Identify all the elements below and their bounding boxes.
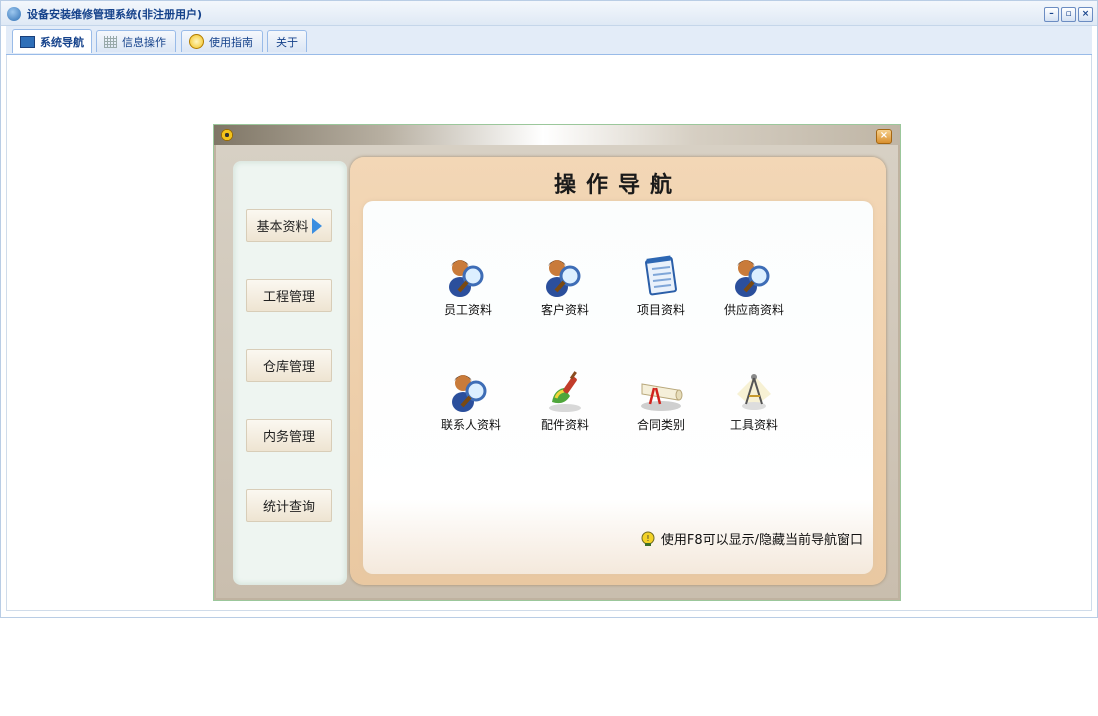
nav-statistics-query-button[interactable]: 统计查询 [246, 489, 332, 522]
nav-warehouse-management-button[interactable]: 仓库管理 [246, 349, 332, 382]
dialog-title-bar: × [214, 125, 900, 145]
app-badge-icon [221, 129, 233, 141]
person-search-icon [452, 375, 487, 412]
compass-tool-icon [737, 374, 771, 410]
person-search-icon [546, 260, 581, 297]
help-icon [189, 34, 204, 49]
person-search-icon [735, 260, 770, 297]
item-tool-data[interactable]: 工具资料 [709, 368, 799, 438]
nav-project-management-button[interactable]: 工程管理 [246, 279, 332, 312]
arrow-right-icon [311, 217, 322, 234]
app-icon [7, 7, 21, 21]
tab-info-operation[interactable]: 信息操作 [96, 30, 176, 52]
item-contract-type[interactable]: 合同类别 [616, 368, 706, 438]
navigation-dialog: × 基本资料 工程管理 仓库管理 内务管理 统计查询 操作导航 员工资料 客户资… [213, 124, 901, 601]
restore-button[interactable]: ▫ [1061, 7, 1076, 22]
svg-text:!: ! [646, 534, 649, 543]
item-project-data[interactable]: 项目资料 [616, 253, 706, 323]
tab-about[interactable]: 关于 [267, 30, 307, 52]
shortcut-tip: ! 使用F8可以显示/隐藏当前导航窗口 [640, 529, 863, 548]
nav-internal-affairs-button[interactable]: 内务管理 [246, 419, 332, 452]
diploma-scroll-icon [641, 383, 683, 411]
paint-brush-icon [549, 371, 581, 412]
item-employee-data[interactable]: 员工资料 [423, 253, 513, 323]
title-bar: 设备安装维修管理系统(非注册用户) – ▫ × [1, 1, 1097, 26]
tab-system-navigation[interactable]: 系统导航 [12, 29, 92, 53]
person-search-icon [449, 260, 484, 297]
nav-sidebar: 基本资料 工程管理 仓库管理 内务管理 统计查询 [233, 161, 347, 585]
panel-title: 操作导航 [553, 172, 682, 198]
close-button[interactable]: × [1078, 7, 1093, 22]
item-customer-data[interactable]: 客户资料 [520, 253, 610, 323]
item-contact-data[interactable]: 联系人资料 [426, 368, 516, 438]
minimize-button[interactable]: – [1044, 7, 1059, 22]
nav-basic-data-button[interactable]: 基本资料 [246, 209, 332, 242]
operation-panel: 操作导航 员工资料 客户资料 项目资料 供应商资料 联系人资料 配件资料 合同类… [350, 157, 886, 585]
notepad-icon [645, 255, 677, 296]
monitor-icon [20, 35, 35, 48]
window-title: 设备安装维修管理系统(非注册用户) [27, 8, 203, 21]
grid-icon [104, 35, 117, 48]
item-supplier-data[interactable]: 供应商资料 [709, 253, 799, 323]
tab-user-guide[interactable]: 使用指南 [181, 30, 263, 52]
item-parts-data[interactable]: 配件资料 [520, 368, 610, 438]
tab-bar: 系统导航 信息操作 使用指南 关于 [6, 26, 1092, 55]
dialog-body: 基本资料 工程管理 仓库管理 内务管理 统计查询 操作导航 员工资料 客户资料 … [216, 145, 898, 598]
bulb-tip-icon: ! [641, 531, 655, 546]
panel-inner: 员工资料 客户资料 项目资料 供应商资料 联系人资料 配件资料 合同类别 工具资… [363, 201, 873, 574]
dialog-close-button[interactable]: × [876, 129, 892, 144]
